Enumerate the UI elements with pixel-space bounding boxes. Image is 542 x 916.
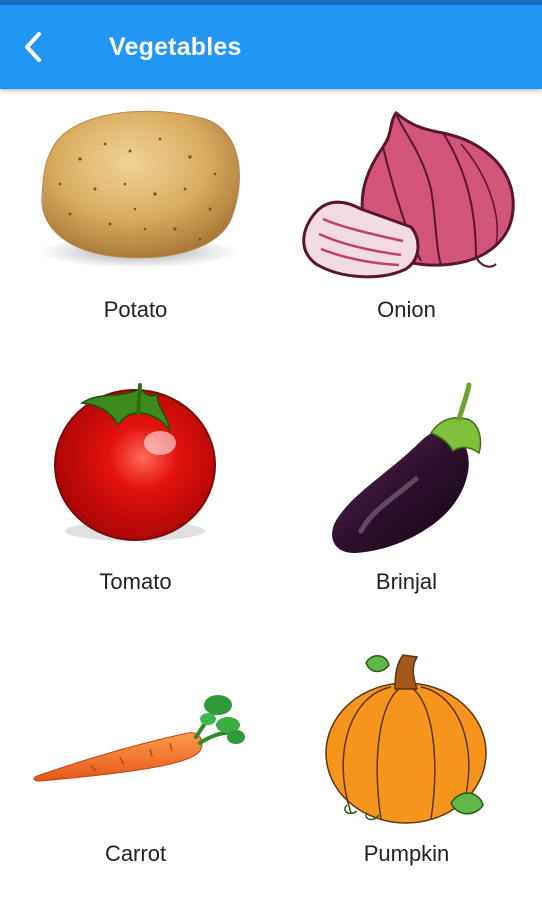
vegetable-label: Tomato bbox=[99, 569, 172, 594]
vegetable-card-pumpkin[interactable]: Pumpkin bbox=[271, 633, 542, 905]
onion-image bbox=[302, 110, 515, 279]
vegetable-label: Carrot bbox=[104, 841, 167, 866]
vegetable-label: Brinjal bbox=[375, 569, 438, 594]
vegetable-card-potato[interactable]: Potato bbox=[0, 89, 271, 361]
vegetable-card-tomato[interactable]: Tomato bbox=[0, 361, 271, 633]
vegetable-grid: Potato Onion Tomato Brinjal Carrot Pumpk… bbox=[0, 89, 542, 916]
vegetable-label: Onion bbox=[377, 297, 436, 322]
vegetable-card-onion[interactable]: Onion bbox=[271, 89, 542, 361]
vegetable-card-carrot[interactable]: Carrot bbox=[0, 633, 271, 905]
page-title: Vegetables bbox=[109, 33, 242, 61]
chevron-left-icon bbox=[25, 32, 41, 62]
vegetable-label: Potato bbox=[103, 297, 168, 322]
brinjal-image bbox=[332, 382, 482, 554]
app-bar: Vegetables bbox=[0, 5, 542, 89]
tomato-image bbox=[54, 383, 216, 541]
vegetable-card-brinjal[interactable]: Brinjal bbox=[271, 361, 542, 633]
vegetable-label: Pumpkin bbox=[363, 841, 450, 866]
back-button[interactable] bbox=[14, 27, 54, 67]
carrot-image bbox=[33, 695, 245, 782]
pumpkin-image bbox=[325, 654, 487, 824]
potato-image bbox=[38, 110, 240, 268]
